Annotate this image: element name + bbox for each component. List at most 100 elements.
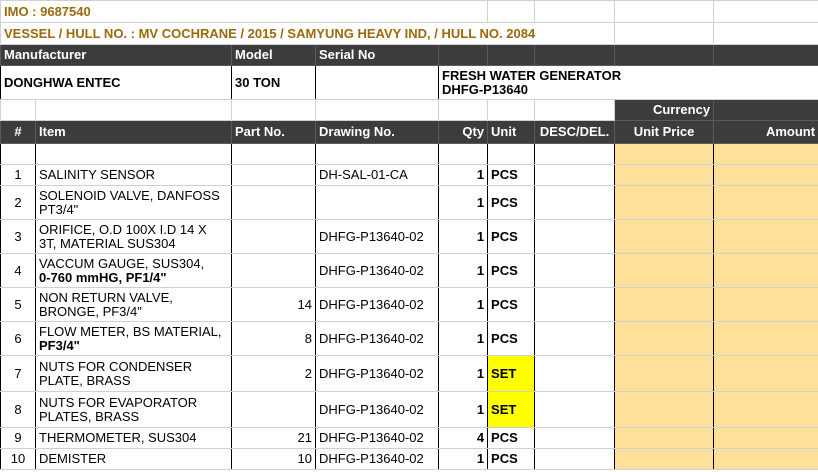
qty-cell[interactable]: 1 [437,448,489,470]
unit-cell[interactable]: PCS [487,185,536,220]
col-unit-header[interactable]: Unit [487,120,536,144]
desc-del-cell[interactable] [534,164,616,186]
manufacturer-value[interactable]: DONGHWA ENTEC [0,65,232,100]
serial-value[interactable] [315,65,439,100]
row-number[interactable]: 4 [0,253,36,288]
drawing-no-cell[interactable] [315,185,439,220]
drawing-no-cell[interactable]: DH-SAL-01-CA [315,164,439,186]
drawing-no-cell[interactable]: DHFG-P13640-02 [315,321,439,356]
desc-del-cell[interactable] [534,355,616,392]
qty-cell[interactable]: 1 [437,287,489,322]
item-cell[interactable]: ORIFICE, O.D 100X I.D 14 X 3T, MATERIAL S… [35,219,232,254]
unit-price-cell[interactable] [614,391,715,428]
amount-cell[interactable] [713,219,818,254]
item-cell[interactable]: THERMOMETER, SUS304 [35,427,232,449]
part-no-cell[interactable]: 8 [231,321,316,356]
unit-price-cell[interactable] [614,185,715,220]
row-number[interactable]: 3 [0,219,36,254]
currency-header[interactable]: Currency [614,99,715,121]
col-drawing-header[interactable]: Drawing No. [315,120,439,144]
unit-cell[interactable]: PCS [487,448,536,470]
part-no-cell[interactable]: 21 [231,427,316,449]
item-cell[interactable]: DEMISTER [35,448,232,470]
part-no-cell[interactable] [231,185,316,220]
drawing-no-cell[interactable]: DHFG-P13640-02 [315,253,439,288]
desc-del-cell[interactable] [534,253,616,288]
drawing-no-cell[interactable]: DHFG-P13640-02 [315,391,439,428]
vessel-cell[interactable]: VESSEL / HULL NO. : MV COCHRANE / 2015 /… [0,22,616,45]
imo-cell[interactable]: IMO : 9687540 [0,0,489,23]
qty-cell[interactable]: 4 [437,427,489,449]
amount-cell[interactable] [713,427,818,449]
item-cell[interactable]: FLOW METER, BS MATERIAL, PF3/4" [35,321,232,356]
row-number[interactable]: 2 [0,185,36,220]
item-cell[interactable]: NON RETURN VALVE, BRONGE, PF3/4" [35,287,232,322]
row-number[interactable]: 6 [0,321,36,356]
part-no-cell[interactable] [231,164,316,186]
item-cell[interactable]: NUTS FOR CONDENSER PLATE, BRASS [35,355,232,392]
col-part-header[interactable]: Part No. [231,120,316,144]
item-cell[interactable]: NUTS FOR EVAPORATOR PLATES, BRASS [35,391,232,428]
row-number[interactable]: 9 [0,427,36,449]
qty-cell[interactable]: 1 [437,253,489,288]
drawing-no-cell[interactable]: DHFG-P13640-02 [315,219,439,254]
unit-price-cell[interactable] [614,253,715,288]
item-cell[interactable]: SALINITY SENSOR [35,164,232,186]
unit-price-cell[interactable] [614,321,715,356]
col-unit-price-header[interactable]: Unit Price [614,120,715,144]
drawing-no-cell[interactable]: DHFG-P13640-02 [315,448,439,470]
row-number[interactable]: 10 [0,448,36,470]
desc-del-cell[interactable] [534,321,616,356]
desc-del-cell[interactable] [534,448,616,470]
amount-cell[interactable] [713,164,818,186]
unit-price-cell[interactable] [614,164,715,186]
item-cell[interactable]: SOLENOID VALVE, DANFOSS PT3/4" [35,185,232,220]
item-cell[interactable]: VACCUM GAUGE, SUS304, 0-760 mmHG, PF1/4" [35,253,232,288]
col-num-header[interactable]: # [0,120,36,144]
part-no-cell[interactable]: 2 [231,355,316,392]
model-value[interactable]: 30 TON [231,65,316,100]
amount-cell[interactable] [713,287,818,322]
part-no-cell[interactable] [231,253,316,288]
unit-cell[interactable]: PCS [487,253,536,288]
desc-del-cell[interactable] [534,219,616,254]
unit-cell[interactable]: PCS [487,164,536,186]
qty-cell[interactable]: 1 [437,355,489,392]
qty-cell[interactable]: 1 [437,164,489,186]
desc-del-cell[interactable] [534,391,616,428]
unit-cell[interactable]: PCS [487,321,536,356]
unit-cell[interactable]: PCS [487,287,536,322]
unit-price-cell[interactable] [614,448,715,470]
col-qty-header[interactable]: Qty [437,120,489,144]
model-header[interactable]: Model [231,44,316,66]
amount-cell[interactable] [713,355,818,392]
amount-cell[interactable] [713,448,818,470]
desc-del-cell[interactable] [534,287,616,322]
unit-cell[interactable]: PCS [487,219,536,254]
amount-cell[interactable] [713,253,818,288]
qty-cell[interactable]: 1 [437,219,489,254]
equipment-description[interactable]: FRESH WATER GENERATOR DHFG-P13640 [437,65,818,100]
amount-cell[interactable] [713,391,818,428]
part-no-cell[interactable] [231,219,316,254]
col-item-header[interactable]: Item [35,120,232,144]
row-number[interactable]: 7 [0,355,36,392]
qty-cell[interactable]: 1 [437,185,489,220]
serial-header[interactable]: Serial No [315,44,439,66]
desc-del-cell[interactable] [534,427,616,449]
unit-cell[interactable]: PCS [487,427,536,449]
col-desc-header[interactable]: DESC/DEL. [534,120,616,144]
qty-cell[interactable]: 1 [437,391,489,428]
drawing-no-cell[interactable]: DHFG-P13640-02 [315,355,439,392]
qty-cell[interactable]: 1 [437,321,489,356]
part-no-cell[interactable] [231,391,316,428]
row-number[interactable]: 1 [0,164,36,186]
unit-price-cell[interactable] [614,427,715,449]
col-amount-header[interactable]: Amount [713,120,818,144]
amount-cell[interactable] [713,321,818,356]
unit-price-cell[interactable] [614,219,715,254]
row-number[interactable]: 8 [0,391,36,428]
unit-cell[interactable]: SET [487,355,536,392]
unit-cell[interactable]: SET [487,391,536,428]
unit-price-cell[interactable] [614,355,715,392]
